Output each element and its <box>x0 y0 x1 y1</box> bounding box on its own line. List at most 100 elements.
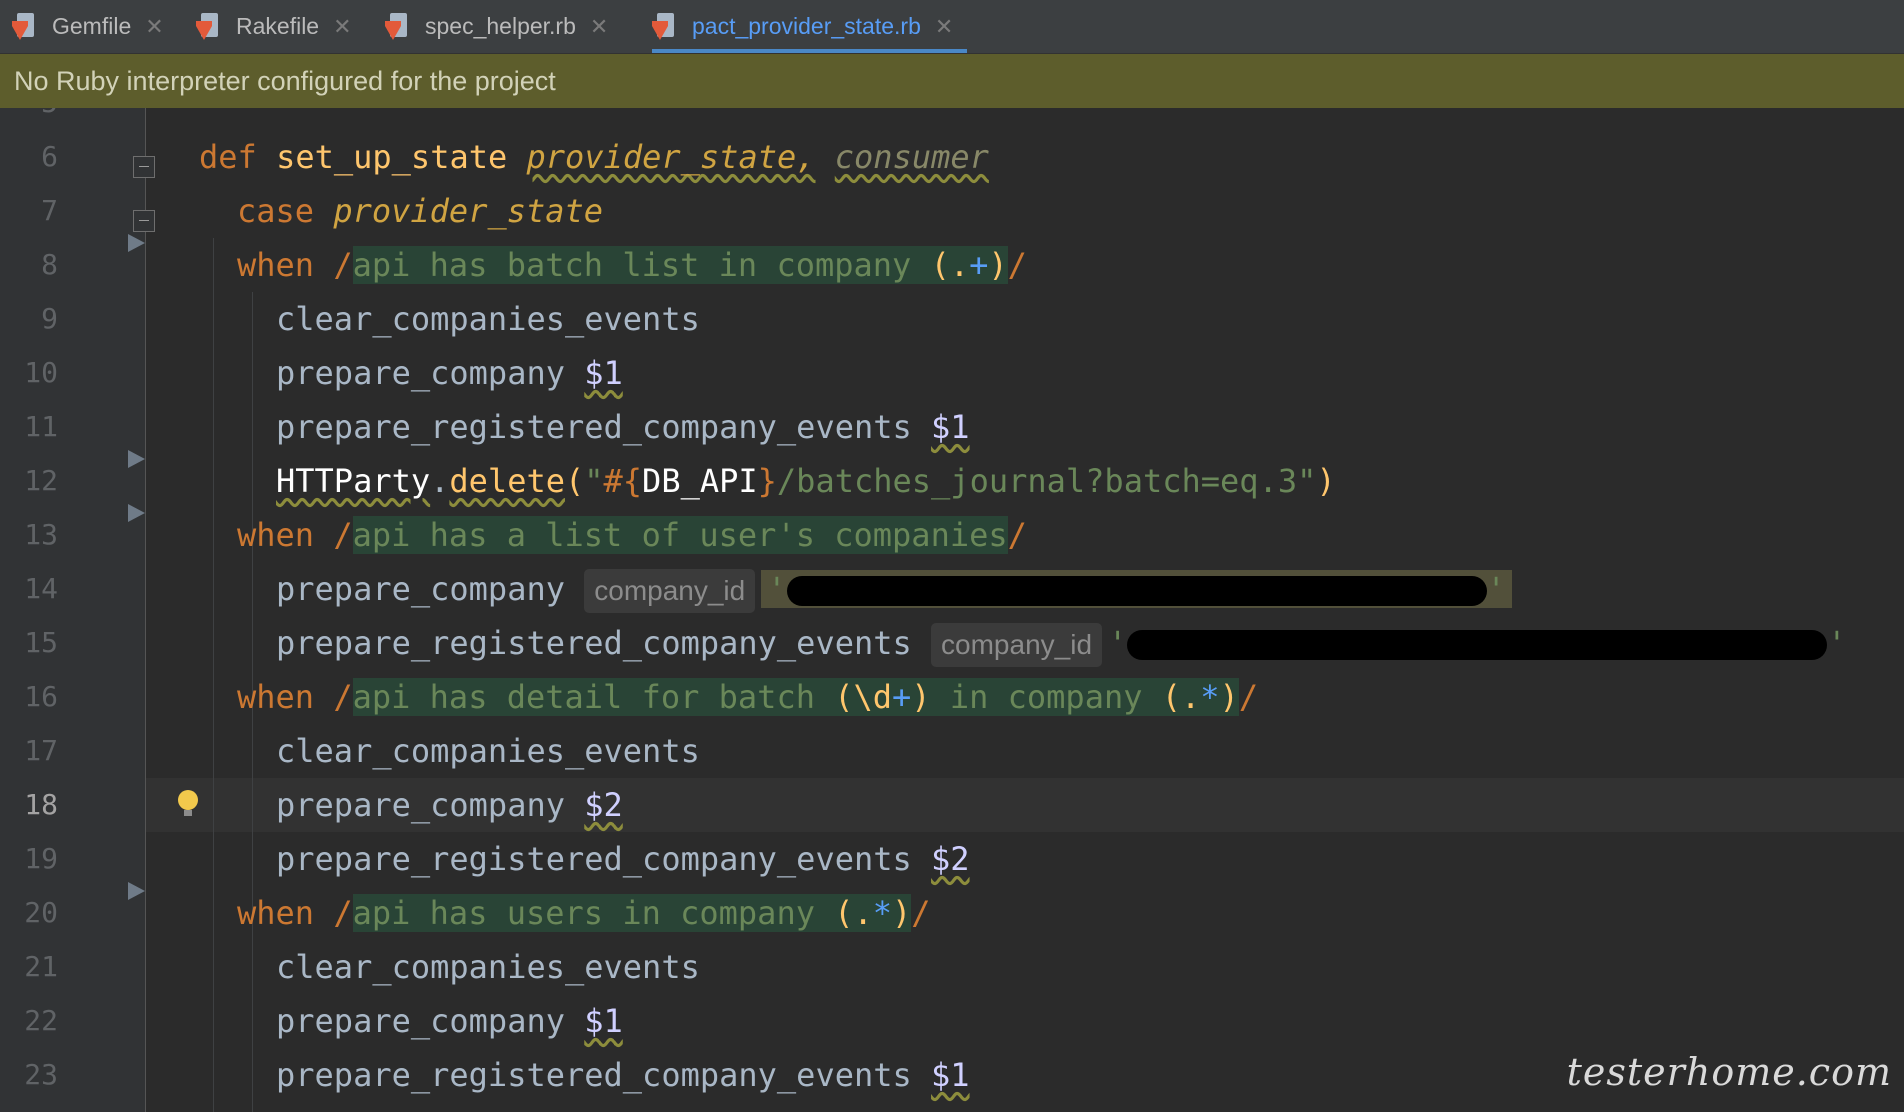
class-name: HTTParty <box>276 462 431 500</box>
code-line-8: when /api has batch list in company (.+)… <box>237 238 1027 292</box>
string-path: /batches_journal?batch=eq.3 <box>776 462 1298 500</box>
paren-open: ( <box>564 462 585 500</box>
fold-collapse-icon[interactable] <box>133 210 155 232</box>
tab-pact-provider-state[interactable]: pact_provider_state.rb ✕ <box>652 0 968 53</box>
fold-arrow-icon[interactable] <box>128 234 145 252</box>
regex-body: api has users in company (.*) <box>352 894 912 932</box>
line-number: 19 <box>24 842 58 875</box>
line-number: 6 <box>41 140 58 173</box>
fold-arrow-icon[interactable] <box>128 504 145 522</box>
close-icon[interactable]: ✕ <box>590 14 608 40</box>
fold-arrow-icon[interactable] <box>128 882 145 900</box>
ruby-file-icon <box>652 12 678 42</box>
code-line-6: def set_up_state provider_state, consume… <box>199 130 989 184</box>
method-call: prepare_company <box>276 1002 585 1040</box>
code-line-21: clear_companies_events <box>276 940 700 994</box>
global-var: $2 <box>584 786 623 824</box>
tab-label: spec_helper.rb <box>425 13 576 39</box>
ruby-file-icon <box>196 12 222 42</box>
method-name: set_up_state <box>276 138 508 176</box>
keyword-def: def <box>199 138 257 176</box>
param-hint: company_id <box>584 569 756 613</box>
global-var: $2 <box>931 840 970 878</box>
close-icon[interactable]: ✕ <box>145 14 163 40</box>
interpreter-warning-banner: No Ruby interpreter configured for the p… <box>0 54 1904 108</box>
global-var: $1 <box>584 1002 623 1040</box>
method-call: prepare_registered_company_events <box>276 624 932 662</box>
code-line-22: prepare_company $1 <box>276 994 623 1048</box>
line-number: 17 <box>24 734 58 767</box>
redaction-bar <box>786 576 1487 606</box>
regex-open: / <box>333 516 353 554</box>
method-call: prepare_registered_company_events <box>276 408 932 446</box>
regex-body: api has a list of user's companies <box>352 516 1008 554</box>
method-call: clear_companies_events <box>276 732 700 770</box>
method-call: clear_companies_events <box>276 300 700 338</box>
intention-bulb-icon[interactable] <box>178 790 198 816</box>
redaction-bar <box>1127 630 1828 660</box>
global-var: $1 <box>931 1056 970 1094</box>
fold-arrow-icon[interactable] <box>128 450 145 468</box>
param-provider-state: provider_state <box>526 138 797 176</box>
tab-rakefile[interactable]: Rakefile ✕ <box>196 0 352 53</box>
regex-open: / <box>333 894 353 932</box>
line-number: 16 <box>24 680 58 713</box>
paren-close: ) <box>1316 462 1336 500</box>
tab-gemfile[interactable]: Gemfile ✕ <box>12 0 164 53</box>
line-number: 20 <box>24 896 58 929</box>
redacted-string: ' ' <box>1108 624 1847 662</box>
param-separator: , <box>796 138 816 176</box>
code-editor[interactable]: 5 6 7 8 9 10 11 12 13 14 15 16 17 18 19 … <box>0 108 1904 1112</box>
line-number: 12 <box>24 464 58 497</box>
redacted-string: ' ' <box>761 570 1512 608</box>
close-icon[interactable]: ✕ <box>333 14 351 40</box>
code-line-12: HTTParty.delete("#{DB_API}/batches_journ… <box>276 454 1336 508</box>
code-line-14: prepare_company company_id ' ' <box>276 562 1512 616</box>
code-line-9: clear_companies_events <box>276 292 700 346</box>
code-line-7: case provider_state <box>237 184 603 238</box>
tab-label: Rakefile <box>236 13 320 39</box>
method-call: prepare_company <box>276 354 585 392</box>
line-number: 10 <box>24 356 58 389</box>
tab-label: Gemfile <box>52 13 132 39</box>
string-quote: " <box>584 462 604 500</box>
regex-body: api has detail for batch (\d+) in compan… <box>352 678 1239 716</box>
keyword-when: when <box>237 246 315 284</box>
regex-close: / <box>911 894 931 932</box>
dot: . <box>430 462 450 500</box>
line-number: 15 <box>24 626 58 659</box>
code-line-20: when /api has users in company (.*)/ <box>237 886 931 940</box>
regex-dot: . <box>949 246 970 284</box>
regex-group-open: ( <box>930 246 950 284</box>
constant: DB_API <box>642 462 758 500</box>
code-line-18: prepare_company $2 <box>276 778 623 832</box>
method-call: prepare_company <box>276 570 585 608</box>
tab-label: pact_provider_state.rb <box>692 13 921 39</box>
regex-body: api has batch list in company (.+) <box>352 246 1008 284</box>
method-call: prepare_registered_company_events <box>276 840 932 878</box>
regex-text: api has batch list in company <box>352 246 931 284</box>
fold-collapse-icon[interactable] <box>133 156 155 178</box>
line-number: 7 <box>41 194 58 227</box>
keyword-when: when <box>237 678 315 716</box>
editor-tab-bar: Gemfile ✕ Rakefile ✕ spec_helper.rb ✕ pa… <box>0 0 1904 54</box>
method-call: clear_companies_events <box>276 948 700 986</box>
line-number: 8 <box>41 248 58 281</box>
interp-close: } <box>757 462 777 500</box>
global-var: $1 <box>931 408 970 446</box>
line-number: 22 <box>24 1004 58 1037</box>
global-var: $1 <box>584 354 623 392</box>
ruby-file-icon <box>385 12 411 42</box>
line-number: 9 <box>41 302 58 335</box>
code-line-16: when /api has detail for batch (\d+) in … <box>237 670 1258 724</box>
code-line-15: prepare_registered_company_events compan… <box>276 616 1847 670</box>
code-line-23: prepare_registered_company_events $1 <box>276 1048 970 1102</box>
string-quote: " <box>1297 462 1317 500</box>
regex-close: / <box>1007 246 1027 284</box>
close-icon[interactable]: ✕ <box>935 14 953 40</box>
keyword-when: when <box>237 516 315 554</box>
tab-spec-helper[interactable]: spec_helper.rb ✕ <box>385 0 608 53</box>
interp-open: #{ <box>603 462 643 500</box>
case-arg: provider_state <box>333 192 604 230</box>
indent-guide <box>213 238 214 1112</box>
